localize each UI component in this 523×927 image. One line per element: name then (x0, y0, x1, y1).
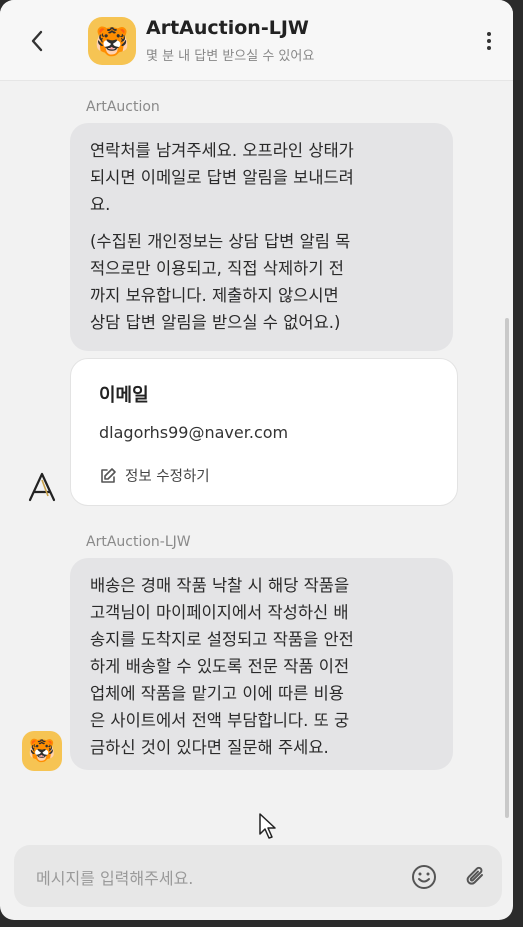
paperclip-icon[interactable] (462, 863, 490, 891)
tiger-icon: 🐯 (88, 17, 136, 65)
more-dot (487, 32, 491, 36)
chat-window: 🐯 ArtAuction-LJW 몇 분 내 답변 받으실 수 있어요 ArtA… (0, 0, 513, 920)
message-text: (수집된 개인정보는 상담 답변 알림 목 적으로만 이용되고, 직접 삭제하기… (90, 232, 351, 332)
message-text: 배송은 경매 작품 낙찰 시 해당 작품을 고객님이 마이페이지에서 작성하신 … (90, 576, 354, 757)
chat-title: ArtAuction-LJW (146, 17, 309, 39)
chevron-left-icon (31, 30, 43, 52)
mouse-cursor-icon (259, 813, 276, 839)
card-title: 이메일 (99, 385, 149, 406)
contact-info-card: 이메일 dlagorhs99@naver.com 정보 수정하기 (70, 358, 458, 506)
email-value: dlagorhs99@naver.com (99, 423, 289, 442)
more-dot (487, 39, 491, 43)
edit-icon (101, 467, 116, 483)
scrollbar[interactable] (505, 318, 509, 818)
message-text: 연락처를 남겨주세요. 오프라인 상태가 되시면 이메일로 답변 알림을 보내드… (90, 141, 354, 214)
more-options-button[interactable] (479, 26, 499, 56)
edit-info-label: 정보 수정하기 (125, 469, 210, 485)
message-input[interactable] (34, 864, 398, 892)
edit-info-button[interactable]: 정보 수정하기 (99, 465, 210, 486)
emoji-icon[interactable] (410, 863, 438, 891)
sender-name: ArtAuction-LJW (86, 534, 191, 550)
back-button[interactable] (22, 26, 52, 56)
tiger-icon: 🐯 (22, 731, 62, 771)
more-dot (487, 46, 491, 50)
sender-name: ArtAuction (86, 99, 160, 115)
response-time-subtitle: 몇 분 내 답변 받으실 수 있어요 (146, 49, 315, 64)
logo-mark (28, 472, 56, 502)
message-bubble: 연락처를 남겨주세요. 오프라인 상태가 되시면 이메일로 답변 알림을 보내드… (70, 123, 453, 351)
message-composer (14, 845, 502, 907)
message-bubble: 배송은 경매 작품 낙찰 시 해당 작품을 고객님이 마이페이지에서 작성하신 … (70, 558, 453, 770)
auction-logo (22, 470, 62, 510)
chat-header: 🐯 ArtAuction-LJW 몇 분 내 답변 받으실 수 있어요 (0, 0, 513, 81)
